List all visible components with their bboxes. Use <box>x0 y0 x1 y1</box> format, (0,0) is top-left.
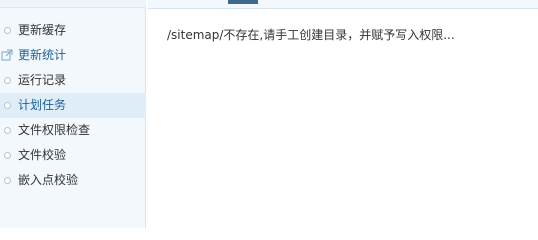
bullet-icon <box>4 102 11 109</box>
error-message: /sitemap/不存在,请手工创建目录，并赋予写入权限... <box>167 28 455 42</box>
sidebar-item-file-permission-check[interactable]: 文件权限检查 <box>0 118 146 143</box>
external-link-icon <box>1 49 13 61</box>
sidebar-item-file-verify[interactable]: 文件校验 <box>0 143 146 168</box>
sidebar: 更新缓存 更新统计 运行记录 计划任务 文件权限检查 文件校验 嵌入点校验 <box>0 0 146 228</box>
sidebar-item-update-stats[interactable]: 更新统计 <box>0 43 146 68</box>
sidebar-item-update-cache[interactable]: 更新缓存 <box>0 18 146 43</box>
sidebar-item-label: 文件校验 <box>18 148 67 162</box>
sidebar-item-label: 更新统计 <box>18 48 67 62</box>
sidebar-menu: 更新缓存 更新统计 运行记录 计划任务 文件权限检查 文件校验 嵌入点校验 <box>0 18 146 193</box>
bullet-icon <box>4 177 11 184</box>
top-bar <box>148 0 538 9</box>
sidebar-item-run-log[interactable]: 运行记录 <box>0 68 146 93</box>
bullet-icon <box>4 152 11 159</box>
main-content: /sitemap/不存在,请手工创建目录，并赋予写入权限... <box>167 27 528 43</box>
bullet-icon <box>4 127 11 134</box>
sidebar-item-embed-point-verify[interactable]: 嵌入点校验 <box>0 168 146 193</box>
bullet-icon <box>4 77 11 84</box>
sidebar-item-label: 更新缓存 <box>18 23 67 37</box>
sidebar-item-label: 文件权限检查 <box>18 123 91 137</box>
sidebar-item-label: 嵌入点校验 <box>18 173 79 187</box>
sidebar-item-label: 计划任务 <box>18 98 67 112</box>
bullet-icon <box>4 27 11 34</box>
top-bar-fragment <box>228 0 258 4</box>
sidebar-item-label: 运行记录 <box>18 73 67 87</box>
sidebar-header-strip <box>0 0 146 8</box>
sidebar-item-scheduled-tasks[interactable]: 计划任务 <box>0 93 146 118</box>
